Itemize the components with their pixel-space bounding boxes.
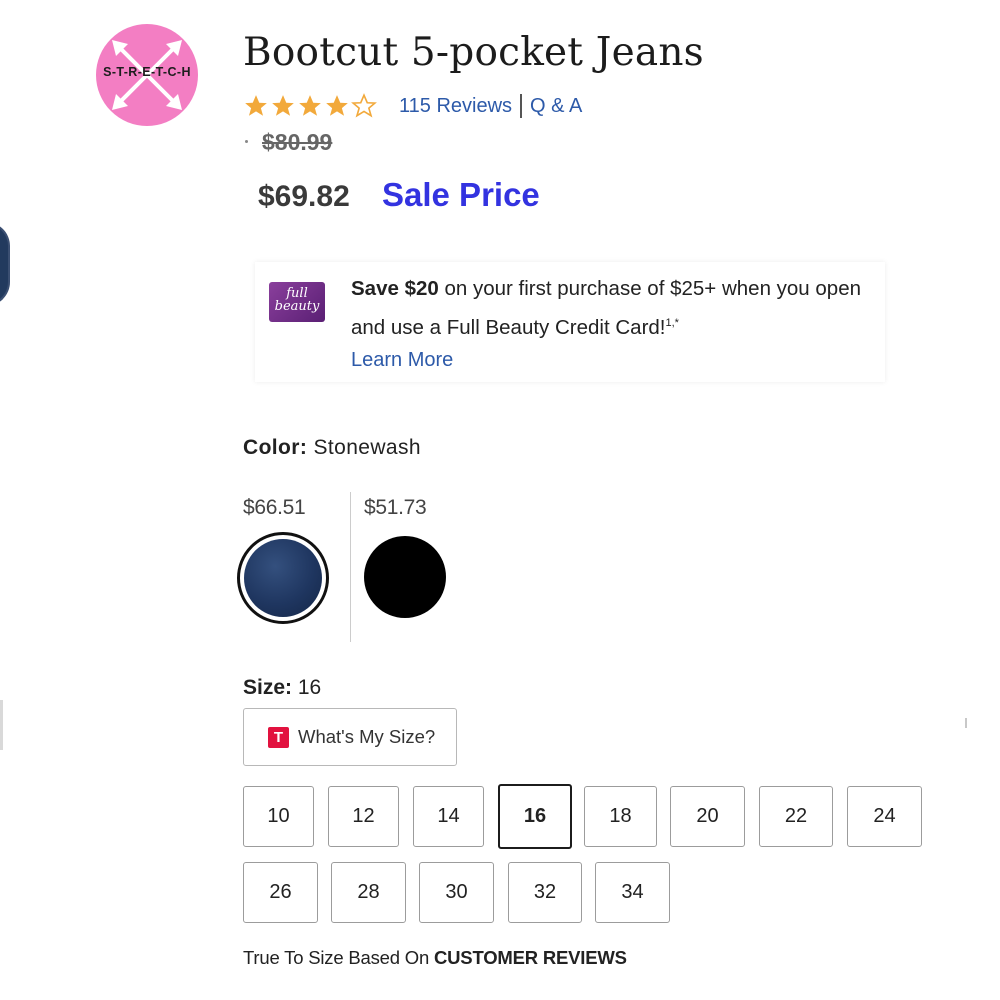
color-value: Stonewash [313,436,421,459]
product-title: Bootcut 5-pocket Jeans [243,30,704,75]
promo-superscript: 1,* [665,317,679,329]
sale-price: $69.82 [258,180,350,213]
divider-mark [965,718,967,728]
star-filled-icon [272,95,294,116]
t-logo-icon: T [268,726,289,748]
full-beauty-card-icon: full beauty [269,282,325,322]
credit-card-promo: full beauty Save $20 on your first purch… [255,262,885,382]
swatch-stonewash[interactable] [237,532,329,624]
color-label-title: Color: [243,436,308,459]
qa-link[interactable]: Q & A [530,95,582,118]
swatch-divider [350,492,351,642]
size-option-24[interactable]: 24 [847,786,922,847]
size-value: 16 [297,676,322,699]
whats-my-size-label: What's My Size? [298,726,436,747]
size-option-12[interactable]: 12 [328,786,399,847]
size-option-28[interactable]: 28 [331,862,406,923]
reviews-link[interactable]: 115 Reviews [399,95,512,118]
size-option-32[interactable]: 32 [508,862,582,923]
size-option-22[interactable]: 22 [759,786,833,847]
size-label: Size: 16 [243,676,321,700]
price-bullet [245,140,248,143]
size-option-30[interactable]: 30 [419,862,494,923]
fit-note: True To Size Based On CUSTOMER REVIEWS [243,947,627,969]
promo-bold: Save $20 [351,277,439,300]
stretch-badge: S-T-R-E-T-C-H [96,24,198,126]
size-option-20[interactable]: 20 [670,786,745,847]
size-option-14[interactable]: 14 [413,786,484,847]
promo-text: Save $20 on your first purchase of $25+ … [351,272,871,375]
size-option-26[interactable]: 26 [243,862,318,923]
separator [520,94,523,118]
star-empty-icon [351,93,377,118]
swatch-price-black: $51.73 [364,496,427,519]
fit-note-prefix: True To Size Based On [243,947,434,968]
size-option-10[interactable]: 10 [243,786,314,847]
star-rating[interactable] [243,93,377,119]
rating-row: 115 Reviews Q & A [243,92,582,120]
sale-price-label: Sale Price [382,176,540,213]
original-price: $80.99 [262,129,333,155]
star-filled-icon [245,95,267,116]
size-option-16[interactable]: 16 [498,784,572,849]
customer-reviews-label: CUSTOMER REVIEWS [433,947,627,968]
star-filled-icon [299,95,321,116]
badge-text: S-T-R-E-T-C-H [103,65,191,79]
swatch-black[interactable] [364,536,446,618]
color-label: Color: Stonewash [243,436,421,460]
size-option-18[interactable]: 18 [584,786,657,847]
swatch-stonewash-fill [244,539,322,617]
size-label-title: Size: [243,676,293,699]
star-filled-icon [326,95,348,116]
product-image-edge [0,222,10,306]
learn-more-link[interactable]: Learn More [351,345,871,375]
size-option-34[interactable]: 34 [595,862,670,923]
whats-my-size-button[interactable]: T What's My Size? [243,708,457,766]
swatch-price-stonewash: $66.51 [243,496,306,519]
product-image-edge-lower [0,700,3,750]
